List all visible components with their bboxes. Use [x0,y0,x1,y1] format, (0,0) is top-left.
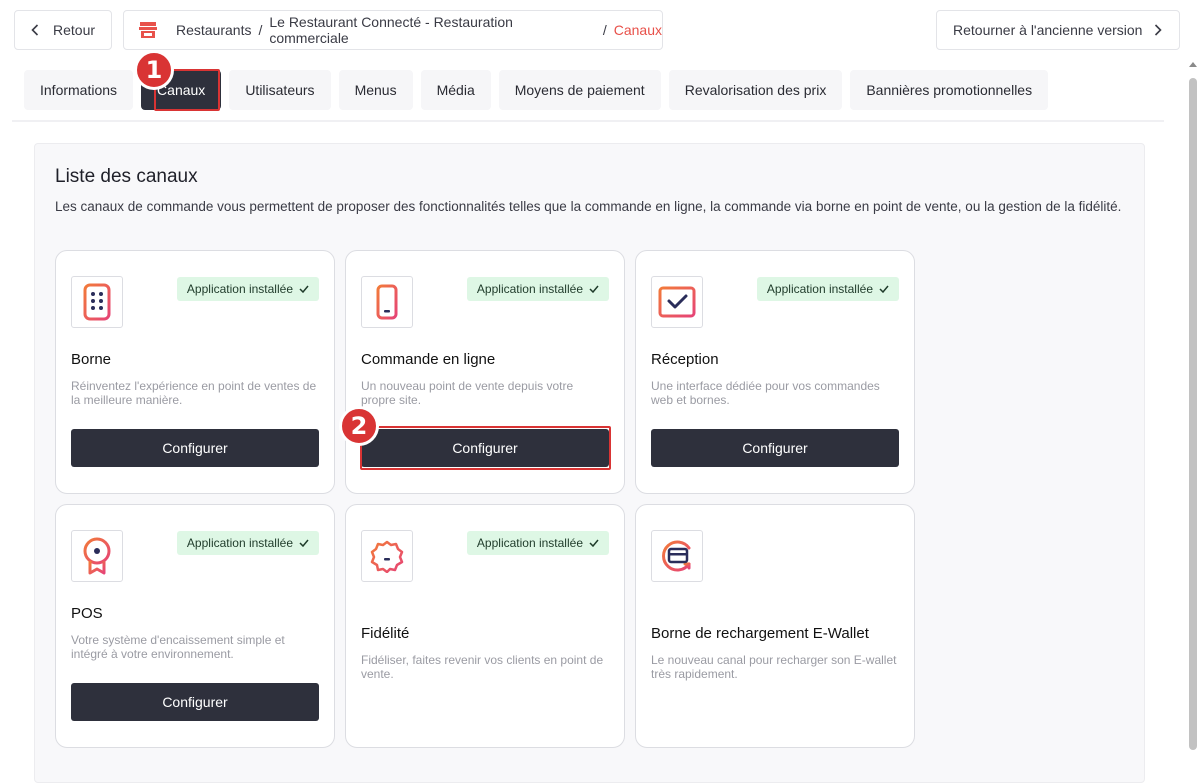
scroll-up-arrow-icon[interactable] [1189,62,1197,67]
kiosk-icon [71,276,123,328]
scrollbar-thumb[interactable] [1189,78,1197,750]
status-badge: Application installée [176,277,319,301]
tab-moyens-de-paiement[interactable]: Moyens de paiement [498,70,661,110]
tab-bannieres-promotionnelles[interactable]: Bannières promotionnelles [850,70,1049,110]
panel-description: Les canaux de commande vous permettent d… [55,199,1122,214]
check-icon [879,285,889,293]
channel-card-reception: Application installée Réception Une inte… [635,250,915,494]
status-label: Application installée [476,536,583,550]
card-title: POS [71,605,103,622]
channel-card-pos: Application installée POS Votre système … [55,504,335,748]
ewallet-icon [651,530,703,582]
card-title: Borne [71,351,112,368]
step-2-badge: 2 [339,406,379,446]
status-label: Application installée [476,282,583,296]
configure-button[interactable]: Configurer [361,429,609,467]
tab-media[interactable]: Média [420,70,491,110]
check-icon [299,285,309,293]
status-badge: Application installée [756,277,899,301]
back-button[interactable]: Retour [14,10,112,50]
card-title: Fidélité [361,625,410,642]
channels-panel: Liste des canaux Les canaux de commande … [34,143,1145,783]
status-badge: Application installée [176,531,319,555]
panel-title: Liste des canaux [55,166,198,187]
status-label: Application installée [186,536,293,550]
channel-card-borne: Application installée Borne Réinventez l… [55,250,335,494]
back-button-label: Retour [53,22,96,38]
card-title: Commande en ligne [361,351,496,368]
status-badge: Application installée [466,277,609,301]
status-label: Application installée [766,282,873,296]
breadcrumb-item-current: Canaux [613,22,663,38]
channel-card-commande-en-ligne: Application installée Commande en ligne … [345,250,625,494]
status-label: Application installée [186,282,293,296]
tab-divider [12,120,1164,122]
reception-icon [651,276,703,328]
card-title: Borne de rechargement E-Wallet [651,625,869,642]
tab-menus[interactable]: Menus [338,70,413,110]
pos-icon [71,530,123,582]
status-badge: Application installée [466,531,609,555]
configure-button[interactable]: Configurer [71,429,319,467]
chevron-left-icon [31,24,39,36]
check-icon [589,285,599,293]
breadcrumb-item-restaurants[interactable]: Restaurants [176,22,251,38]
old-version-button[interactable]: Retourner à l'ancienne version [936,10,1180,50]
breadcrumb: Restaurants / Le Restaurant Connecté - R… [123,10,663,50]
breadcrumb-separator: / [258,22,263,38]
top-bar: Retour Restaurants / Le Restaurant Conne… [14,10,1180,50]
step-1-badge: 1 [134,50,174,90]
card-title: Réception [651,351,719,368]
card-description: Le nouveau canal pour recharger son E-wa… [651,653,897,681]
card-description: Un nouveau point de vente depuis votre p… [361,379,574,407]
breadcrumb-item-restaurant[interactable]: Le Restaurant Connecté - Restauration co… [269,14,596,46]
chevron-right-icon [1155,24,1163,36]
card-description: Fidéliser, faites revenir vos clients en… [361,653,604,681]
tab-revalorisation-des-prix[interactable]: Revalorisation des prix [668,70,843,110]
scrollbar[interactable] [1188,62,1198,760]
configure-button[interactable]: Configurer [71,683,319,721]
card-description: Réinventez l'expérience en point de vent… [71,379,317,407]
tab-informations[interactable]: Informations [24,70,134,110]
check-icon [299,539,309,547]
breadcrumb-separator: / [602,22,607,38]
tab-bar: Informations Canaux Utilisateurs Menus M… [24,70,1049,110]
check-icon [589,539,599,547]
old-version-label: Retourner à l'ancienne version [953,22,1143,38]
channel-card-fidelite: Application installée Fidélité Fidéliser… [345,504,625,748]
loyalty-icon [361,530,413,582]
store-icon [138,22,157,38]
tab-utilisateurs[interactable]: Utilisateurs [229,70,331,110]
card-description: Votre système d'encaissement simple et i… [71,633,285,661]
card-description: Une interface dédiée pour vos commandes … [651,379,880,407]
phone-icon [361,276,413,328]
channel-card-ewallet: Borne de rechargement E-Wallet Le nouvea… [635,504,915,748]
configure-button[interactable]: Configurer [651,429,899,467]
